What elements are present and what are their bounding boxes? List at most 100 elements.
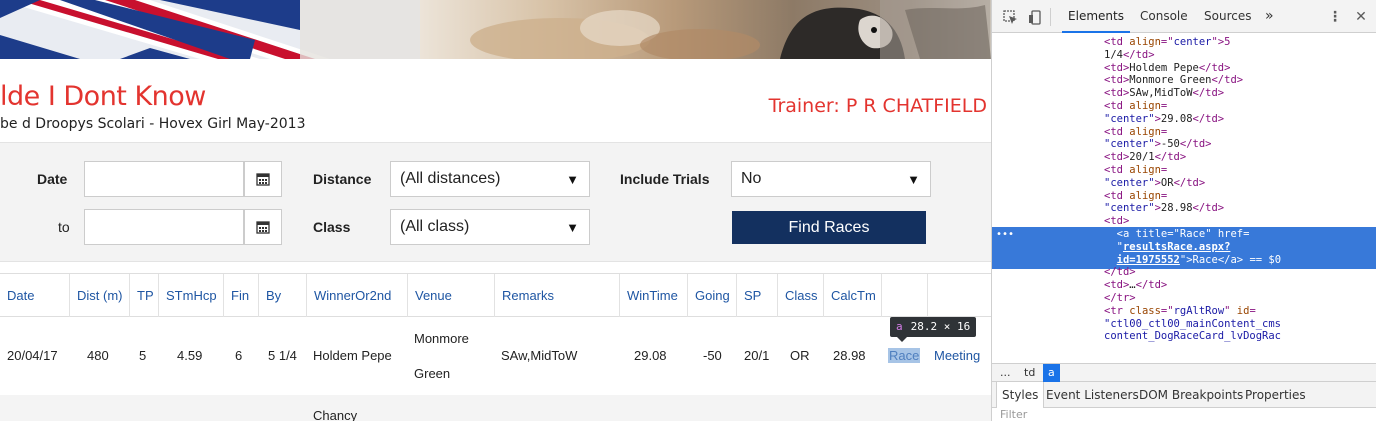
cell-sp: 20/1 bbox=[744, 348, 770, 363]
dom-token: </td> bbox=[1173, 176, 1206, 189]
dom-token: Holdem Pepe bbox=[1129, 61, 1199, 74]
trainer-heading: Trainer: P R CHATFIELD bbox=[768, 95, 987, 117]
dom-token: </td> bbox=[1198, 61, 1231, 74]
include-trials-value: No bbox=[741, 170, 762, 187]
element-inspect-tooltip: a 28.2 × 16 bbox=[890, 317, 977, 337]
tab-properties[interactable]: Properties bbox=[1240, 382, 1311, 408]
breadcrumb-td[interactable]: td bbox=[1019, 364, 1040, 382]
column-header-wintime[interactable]: WinTime bbox=[619, 274, 687, 318]
dom-token: = bbox=[1160, 100, 1168, 112]
dog-name-heading: lde I Dont Know bbox=[0, 81, 206, 112]
cell-date: 20/04/17 bbox=[7, 348, 58, 363]
column-header-date[interactable]: Date bbox=[0, 274, 69, 318]
breadcrumb-a[interactable]: a bbox=[1043, 364, 1060, 382]
date-from-calendar-button[interactable] bbox=[244, 161, 282, 197]
dom-token: <td bbox=[1104, 36, 1130, 48]
breadcrumb-ellipsis[interactable]: ... bbox=[995, 364, 1016, 382]
distance-select[interactable]: (All distances) ▼ bbox=[390, 161, 590, 197]
sidebar-tabs: Styles Event Listeners DOM Breakpoints P… bbox=[992, 382, 1376, 408]
cell-going: -50 bbox=[703, 348, 722, 363]
find-races-button[interactable]: Find Races bbox=[732, 211, 926, 244]
column-header-sp[interactable]: SP bbox=[736, 274, 777, 318]
column-header-remarks[interactable]: Remarks bbox=[494, 274, 619, 318]
cell-venue-line1: Monmore bbox=[414, 331, 469, 346]
tab-styles[interactable]: Styles bbox=[996, 382, 1045, 408]
close-icon[interactable]: ✕ bbox=[1352, 8, 1370, 26]
dom-token: href bbox=[1217, 228, 1244, 240]
dom-token: </tr> bbox=[1104, 292, 1136, 304]
dom-token: "center" bbox=[1104, 138, 1155, 151]
cell-fin: 6 bbox=[235, 348, 243, 363]
devtools-menu-icon[interactable]: ⋮ bbox=[1326, 8, 1344, 26]
cell-wintime: 29.08 bbox=[634, 348, 667, 363]
date-from-input[interactable] bbox=[84, 161, 244, 197]
column-header-by[interactable]: By bbox=[258, 274, 306, 318]
dom-indent bbox=[1104, 254, 1117, 266]
race-link[interactable]: Race bbox=[888, 348, 921, 363]
class-select[interactable]: (All class) ▼ bbox=[390, 209, 590, 245]
column-header-dist[interactable]: Dist (m) bbox=[69, 274, 129, 318]
dom-token: "ctl00_ctl00_mainContent_cms bbox=[1104, 317, 1282, 330]
dom-token: 28.98 bbox=[1160, 202, 1193, 215]
inspect-element-icon[interactable] bbox=[1001, 8, 1019, 26]
device-toolbar-icon[interactable] bbox=[1026, 8, 1044, 26]
column-header-winner[interactable]: WinnerOr2nd bbox=[306, 274, 407, 318]
dom-token: 1/4 bbox=[1104, 48, 1123, 61]
distance-select-value: (All distances) bbox=[400, 170, 501, 187]
union-flag-greyhound-banner bbox=[0, 0, 991, 59]
dom-token: Monmore Green bbox=[1129, 74, 1212, 87]
dom-token: <a bbox=[1116, 228, 1136, 240]
devtools-panel: Elements Console Sources » ⋮ ✕ <td align… bbox=[991, 0, 1376, 421]
dom-token: </td> bbox=[1192, 87, 1225, 100]
devtools-toolbar: Elements Console Sources » ⋮ ✕ bbox=[992, 0, 1376, 33]
dom-indent bbox=[1104, 241, 1117, 253]
header-banner-image bbox=[0, 0, 991, 59]
date-to-calendar-button[interactable] bbox=[244, 209, 282, 245]
class-select-value: (All class) bbox=[400, 218, 470, 235]
tab-event-listeners[interactable]: Event Listeners bbox=[1041, 382, 1144, 408]
cell-dist: 480 bbox=[87, 348, 109, 363]
dom-token: <td> bbox=[1104, 74, 1130, 87]
column-header-going[interactable]: Going bbox=[687, 274, 736, 318]
dom-token: </td> bbox=[1135, 279, 1168, 292]
column-header-class[interactable]: Class bbox=[777, 274, 823, 318]
dom-token: "center" bbox=[1104, 176, 1155, 189]
dom-node-line[interactable]: content_DogRaceCard_lvDogRac bbox=[992, 329, 1376, 345]
meeting-link[interactable]: Meeting bbox=[934, 348, 980, 363]
dom-token: SAw,MidToW bbox=[1129, 87, 1193, 100]
dom-token: = bbox=[1160, 189, 1168, 202]
dom-token: align bbox=[1129, 164, 1161, 176]
dom-token: " bbox=[1205, 228, 1218, 240]
dom-token: </td> bbox=[1192, 202, 1225, 215]
dom-token: center bbox=[1173, 36, 1212, 48]
cell-class: OR bbox=[790, 348, 810, 363]
dom-token: == $0 bbox=[1243, 253, 1282, 266]
dom-token: </td> bbox=[1104, 266, 1136, 279]
dom-token: <td> bbox=[1104, 215, 1130, 228]
cell-winner: Chancy bbox=[313, 408, 358, 421]
tab-dom-breakpoints[interactable]: DOM Breakpoints bbox=[1134, 382, 1248, 408]
dom-token: rgAltRow bbox=[1173, 304, 1225, 317]
dom-token: align bbox=[1129, 36, 1161, 48]
dom-token: <td bbox=[1104, 125, 1130, 138]
date-label: Date bbox=[37, 171, 68, 187]
column-header-stmhcp[interactable]: STmHcp bbox=[158, 274, 223, 318]
styles-filter-input[interactable]: Filter bbox=[992, 408, 1376, 421]
web-page: lde I Dont Know be d Droopys Scolari - H… bbox=[0, 0, 991, 421]
cell-stmhcp: 4.59 bbox=[177, 348, 203, 363]
column-header-tp[interactable]: TP bbox=[129, 274, 158, 318]
column-header-meeting-link bbox=[927, 274, 991, 318]
column-header-fin[interactable]: Fin bbox=[223, 274, 258, 318]
tab-console[interactable]: Console bbox=[1140, 0, 1188, 33]
column-header-venue[interactable]: Venue bbox=[407, 274, 494, 318]
tab-elements[interactable]: Elements bbox=[1062, 0, 1130, 33]
dom-token: <td> bbox=[1104, 279, 1130, 292]
date-to-input[interactable] bbox=[84, 209, 244, 245]
distance-label: Distance bbox=[313, 171, 372, 187]
column-header-calctm[interactable]: CalcTm bbox=[823, 274, 881, 318]
cell-by: 5 1/4 bbox=[268, 348, 297, 363]
include-trials-select[interactable]: No ▼ bbox=[731, 161, 931, 197]
dom-token: align bbox=[1129, 125, 1161, 138]
more-tabs-icon[interactable]: » bbox=[1265, 0, 1274, 33]
tab-sources[interactable]: Sources bbox=[1204, 0, 1251, 33]
